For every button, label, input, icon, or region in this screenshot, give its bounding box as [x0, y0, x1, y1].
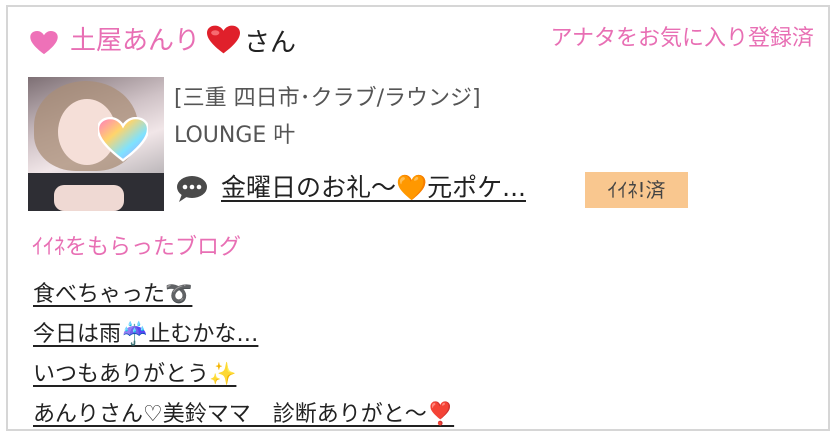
- heart-icon: [30, 31, 58, 55]
- liked-blog-item[interactable]: 食べちゃった➰: [33, 275, 454, 315]
- like-badge[interactable]: ｲｲﾈ!済: [585, 172, 688, 208]
- cast-card: 土屋あんり さん アナタをお気に入り登録済 [三重 四日市･クラブ/ラウンジ] …: [6, 5, 830, 431]
- latest-blog-link[interactable]: 金曜日のお礼～🧡元ポケ...: [221, 170, 526, 206]
- location-label: [三重 四日市･クラブ/ラウンジ]: [174, 86, 481, 111]
- liked-blog-item[interactable]: 今日は雨☔️止むかな…: [33, 315, 454, 355]
- liked-blog-link[interactable]: あんりさん♡美鈴ママ 診断ありがと～❣️: [33, 402, 454, 427]
- liked-blog-list: 食べちゃった➰ 今日は雨☔️止むかな… いつもありがとう✨ あんりさん♡美鈴ママ…: [33, 275, 454, 435]
- avatar-hand: [54, 185, 124, 211]
- shop-name[interactable]: LOUNGE 叶: [174, 121, 295, 151]
- cast-name[interactable]: 土屋あんり: [70, 21, 200, 61]
- avatar[interactable]: [28, 77, 164, 211]
- liked-blog-link[interactable]: 今日は雨☔️止むかな…: [33, 322, 258, 347]
- liked-blog-item[interactable]: いつもありがとう✨: [33, 355, 454, 395]
- liked-blog-item[interactable]: あんりさん♡美鈴ママ 診断ありがと～❣️: [33, 395, 454, 435]
- chat-bubble-icon: [177, 176, 207, 202]
- rainbow-heart-icon: [98, 117, 148, 162]
- liked-blog-link[interactable]: 食べちゃった➰: [33, 282, 192, 307]
- red-heart-icon: [207, 25, 240, 54]
- liked-blogs-heading: ｲｲﾈをもらったブログ: [32, 235, 242, 260]
- honorific: さん: [244, 28, 297, 58]
- favorite-status[interactable]: アナタをお気に入り登録済: [550, 21, 814, 57]
- liked-blog-link[interactable]: いつもありがとう✨: [33, 362, 236, 387]
